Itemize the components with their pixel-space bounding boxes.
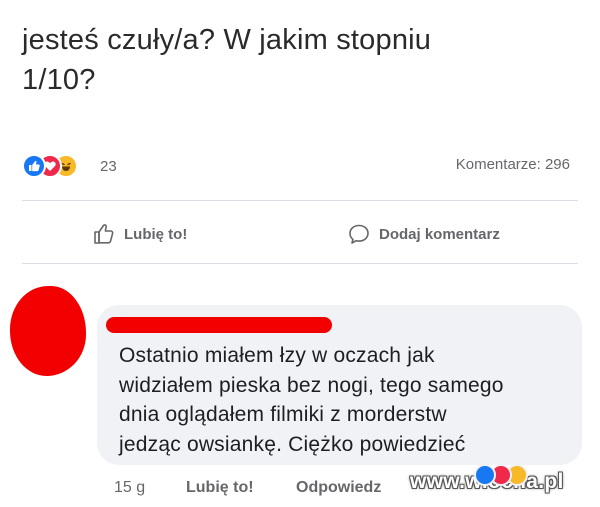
like-button[interactable]: Lubię to! — [92, 212, 187, 256]
author-name-redacted[interactable] — [106, 317, 332, 333]
like-button-label: Lubię to! — [124, 225, 188, 243]
avatar-redacted[interactable] — [10, 286, 86, 376]
comment-line: Ostatnio miałem łzy w oczach jak — [119, 344, 435, 367]
post-actions: Lubię to! Dodaj komentarz — [22, 212, 578, 256]
comment-like-button[interactable]: Lubię to! — [186, 479, 254, 497]
comment-reply-button[interactable]: Odpowiedz — [296, 479, 381, 497]
comment-text: Ostatnio miałem łzy w oczach jak widział… — [119, 341, 539, 459]
reaction-count: 23 — [100, 158, 117, 175]
add-comment-label: Dodaj komentarz — [379, 225, 500, 243]
like-icon — [474, 464, 496, 486]
like-icon — [22, 154, 46, 178]
comment-bubble-icon — [349, 224, 369, 244]
add-comment-button[interactable]: Dodaj komentarz — [347, 212, 500, 256]
thumbs-up-icon — [94, 224, 114, 244]
divider — [22, 200, 578, 201]
post-text-line-2: 1/10? — [22, 64, 96, 96]
post-text-line-1: jesteś czuły/a? W jakim stopniu — [22, 24, 432, 56]
divider — [22, 263, 578, 264]
post-stats: 23 Komentarze: 296 — [22, 150, 570, 180]
post-text: jesteś czuły/a? W jakim stopniu 1/10? — [22, 20, 582, 100]
comment-line: widziałem pieska bez nogi, tego samego — [119, 373, 504, 397]
comment-line: jedząc owsiankę. Ciężko powiedzieć — [119, 432, 466, 456]
comment-time[interactable]: 15 g — [114, 479, 145, 497]
comment-line: dnia oglądałem filmiki z morderstw — [119, 403, 447, 426]
comments-count[interactable]: Komentarze: 296 — [456, 156, 570, 173]
